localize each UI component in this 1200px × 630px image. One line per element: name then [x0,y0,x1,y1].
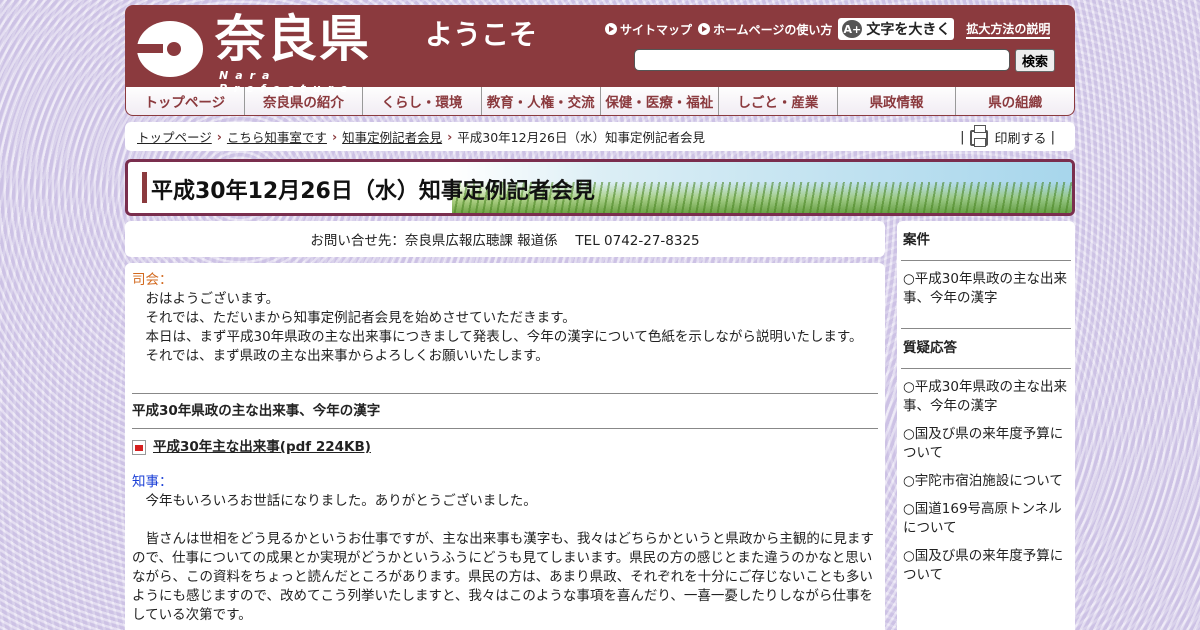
print-divider: | [960,130,965,145]
welcome-text: ようこそ [425,18,538,51]
logo-subtitle: Nara Prefecture [219,69,355,95]
text-enlarge-icon: A+ [842,20,863,38]
logo-title: 奈良県 [215,9,371,68]
print-button[interactable]: | 印刷する | [960,124,1055,147]
title-accent-bar [142,172,147,203]
paragraph: それでは、まず県政の主な出来事からよろしくお願いいたします。 [145,348,549,364]
search-button[interactable]: 検索 [1015,49,1055,72]
side-link[interactable]: ○国道169号高原トンネルについて [901,491,1071,538]
chevron-right-icon: › [447,129,453,144]
main-content: 司会： おはようございます。 それでは、ただいまから知事定例記者会見を始めさせて… [125,263,885,630]
howto-label: ホームページの使い方 [713,22,833,37]
print-label: 印刷する [994,132,1047,147]
site-header: 奈良県 Nara Prefecture ようこそ サイトマップ ホームページの使… [125,5,1075,95]
sitemap-link[interactable]: サイトマップ [605,21,692,38]
speaker-governor: 知事： [132,474,173,490]
title-banner: 平成30年12月26日（水）知事定例記者会見 [125,159,1075,216]
page-title: 平成30年12月26日（水）知事定例記者会見 [151,179,595,204]
paragraph: おはようございます。 [145,291,280,307]
printer-icon [970,124,989,147]
sitemap-label: サイトマップ [620,22,693,37]
breadcrumb: トップページ › こちら知事室です › 知事定例記者会見 › 平成30年12月2… [125,122,1075,151]
nav-education[interactable]: 教育・人権・交流 [482,87,601,115]
side-link[interactable]: ○平成30年県政の主な出来事、今年の漢字 [901,261,1071,308]
enlarge-text-button[interactable]: A+ 文字を大きく [838,18,955,40]
speaker-moderator: 司会： [132,272,173,288]
paragraph: 今年もいろいろお世話になりました。ありがとうございました。 [145,493,537,509]
chevron-right-icon: › [331,129,338,144]
logo-mark-icon [133,21,203,77]
enlarge-help-link[interactable]: 拡大方法の説明 [966,20,1051,39]
paragraph: 本日は、まず平成30年県政の主な出来事につきまして発表し、今年の漢字について色紙… [145,329,863,345]
page-wrapper: 奈良県 Nara Prefecture ようこそ サイトマップ ホームページの使… [125,5,1075,630]
nara-logo[interactable]: 奈良県 Nara Prefecture [133,9,422,95]
nav-health[interactable]: 保健・医療・福祉 [601,87,720,115]
search-input[interactable] [634,49,1010,71]
side-link[interactable]: ○国及び県の来年度予算について [901,416,1071,463]
side-heading-agenda: 案件 [903,232,930,248]
side-link[interactable]: ○宇陀市宿泊施設について [901,463,1071,491]
divider [132,428,878,429]
enlarge-text-label: 文字を大きく [866,22,951,38]
breadcrumb-current: 平成30年12月26日（水）知事定例記者会見 [457,130,705,145]
side-index: 案件 ○平成30年県政の主な出来事、今年の漢字 質疑応答 ○平成30年県政の主な… [897,221,1075,630]
contact-info: お問い合せ先：奈良県広報広聴課 報道係 TEL 0742-27-8325 [125,221,885,257]
side-link[interactable]: ○国及び県の来年度予算について [901,538,1071,585]
breadcrumb-press[interactable]: 知事定例記者会見 [342,127,442,146]
arrow-right-icon [698,23,711,35]
howto-link[interactable]: ホームページの使い方 [698,21,832,38]
paragraph: それでは、ただいまから知事定例記者会見を始めさせていただきます。 [145,310,576,326]
side-heading-qa: 質疑応答 [903,340,957,356]
nav-organization[interactable]: 県の組織 [956,87,1074,115]
print-divider: | [1046,130,1055,145]
pdf-download-link[interactable]: 平成30年主な出来事(pdf 224KB) [132,438,878,457]
nav-work[interactable]: しごと・産業 [719,87,838,115]
utility-links: サイトマップ ホームページの使い方 A+ 文字を大きく 拡大方法の説明 [605,18,1051,40]
pdf-link-label: 平成30年主な出来事(pdf 224KB) [153,439,371,455]
pdf-file-icon [132,440,146,455]
chevron-right-icon: › [216,129,222,144]
nav-government[interactable]: 県政情報 [838,87,957,115]
arrow-right-icon [605,23,617,35]
side-link[interactable]: ○平成30年県政の主な出来事、今年の漢字 [901,369,1071,416]
breadcrumb-governor[interactable]: こちら知事室です [227,127,327,146]
section-title: 平成30年県政の主な出来事、今年の漢字 [132,403,381,419]
paragraph: 皆さんは世相をどう見るかというお仕事ですが、主な出来事も漢字も、我々はどちらかと… [132,531,874,623]
breadcrumb-top[interactable]: トップページ [137,127,212,146]
